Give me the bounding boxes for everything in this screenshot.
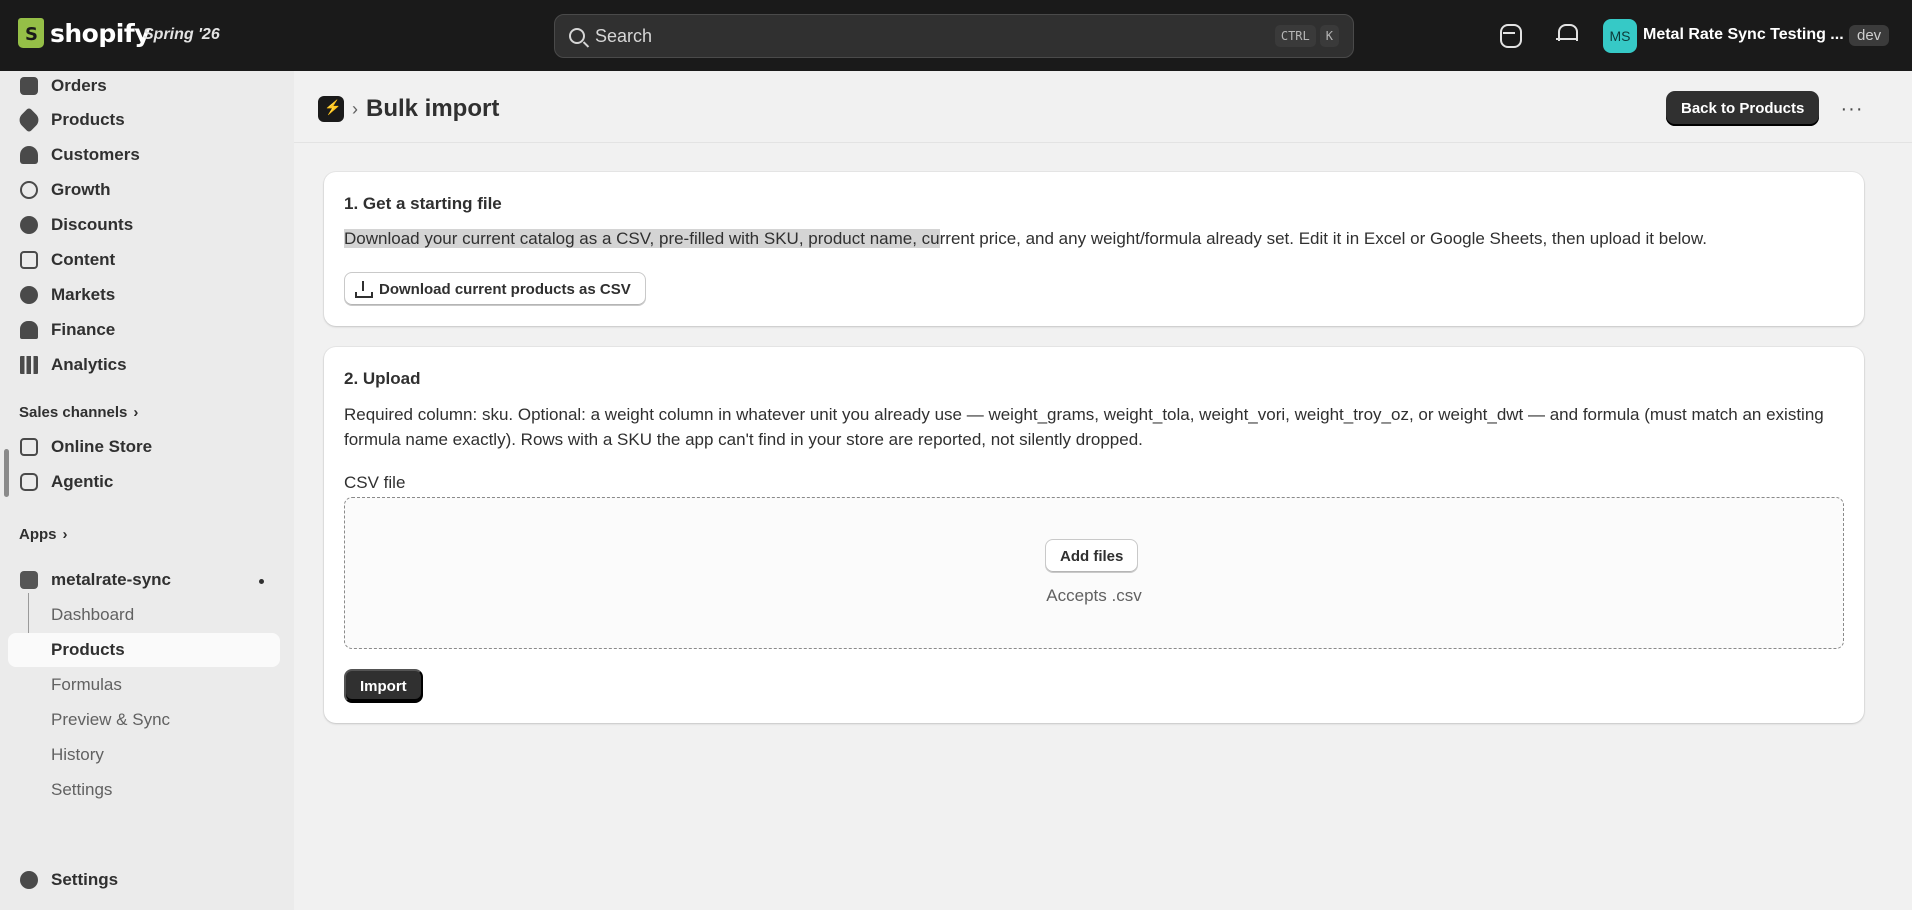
sidebar-subitem-settings[interactable]: Settings [8, 773, 280, 807]
more-actions-icon[interactable]: ··· [1836, 96, 1868, 122]
chevron-right-icon: › [62, 526, 68, 543]
chevron-right-icon: › [352, 98, 358, 119]
search-placeholder: Search [595, 25, 653, 46]
shortcut-key-ctrl: CTRL [1274, 25, 1316, 47]
search-icon [569, 28, 585, 44]
sidebar-item-label: Agentic [51, 472, 114, 491]
sidebar-item-finance[interactable]: Finance [8, 313, 280, 347]
content-icon [20, 251, 38, 269]
avatar[interactable]: MS [1603, 19, 1637, 53]
sidebar-item-analytics[interactable]: Analytics [8, 348, 280, 382]
sidebar-item-orders[interactable]: Orders [8, 69, 280, 103]
sidebar-item-growth[interactable]: Growth [8, 173, 280, 207]
sidebar-subitem-label: Products [51, 640, 125, 659]
globe-icon [20, 286, 38, 304]
shopify-bag-icon [18, 18, 44, 48]
sidebar: Orders Products Customers Growth Discoun… [0, 71, 294, 910]
shortcut-key-k: K [1319, 25, 1339, 47]
edition-label: Spring '26 [143, 26, 220, 43]
tag-icon [16, 107, 42, 133]
sidebar-item-discounts[interactable]: Discounts [8, 208, 280, 242]
gear-icon [20, 871, 38, 889]
sidebar-item-label: Content [51, 250, 116, 269]
sidebar-item-label: Settings [51, 870, 119, 889]
download-csv-label: Download current products as CSV [379, 280, 631, 298]
sidebar-subitem-preview-sync[interactable]: Preview & Sync [8, 703, 280, 737]
apps-label: Apps [19, 526, 57, 543]
file-dropzone[interactable]: Add files Accepts .csv [344, 497, 1844, 649]
bell-icon[interactable] [1554, 22, 1578, 46]
gauge-icon [20, 181, 38, 199]
card-title: 2. Upload [344, 369, 421, 388]
logo-text: shopify [50, 18, 151, 48]
app-icon [20, 571, 38, 589]
pin-dot-icon [259, 579, 264, 584]
store-icon [20, 438, 38, 456]
sidebar-item-markets[interactable]: Markets [8, 278, 280, 312]
sidebar-item-content[interactable]: Content [8, 243, 280, 277]
add-files-button[interactable]: Add files [1045, 539, 1139, 573]
sidebar-item-app-metalrate-sync[interactable]: metalrate-sync [8, 563, 280, 597]
sidebar-item-label: Markets [51, 285, 116, 304]
search-input[interactable]: Search CTRL K [554, 14, 1354, 58]
sidebar-subitem-label: Dashboard [51, 605, 135, 624]
card-description: Download your current catalog as a CSV, … [344, 226, 1844, 251]
sidebar-item-customers[interactable]: Customers [8, 138, 280, 172]
sales-channels-heading[interactable]: Sales channels › [19, 404, 138, 421]
sidebar-item-label: Online Store [51, 437, 153, 456]
download-icon [355, 281, 373, 298]
bank-icon [20, 321, 38, 339]
sidebar-item-settings[interactable]: Settings [8, 863, 280, 897]
sidebar-subitem-label: Preview & Sync [51, 710, 171, 729]
sidebar-item-label: Finance [51, 320, 116, 339]
person-icon [20, 146, 38, 164]
header-divider [294, 142, 1912, 143]
accepts-hint: Accepts .csv [1046, 586, 1142, 605]
apps-heading[interactable]: Apps › [19, 526, 68, 543]
sidebar-subitem-products[interactable]: Products [8, 633, 280, 667]
sidebar-subitem-dashboard[interactable]: Dashboard [8, 598, 280, 632]
sidebar-item-label: Analytics [51, 355, 127, 374]
env-badge: dev [1849, 25, 1890, 46]
download-csv-button[interactable]: Download current products as CSV [344, 272, 646, 306]
selected-text: Download your current catalog as a CSV, … [344, 229, 940, 248]
store-name[interactable]: Metal Rate Sync Testing ... [1643, 26, 1844, 44]
sidebar-item-products[interactable]: Products [8, 103, 280, 137]
sidebar-item-label: Orders [51, 76, 107, 95]
sidebar-item-online-store[interactable]: Online Store [8, 430, 280, 464]
app-logo-icon[interactable] [318, 96, 344, 122]
inbox-icon [20, 77, 38, 95]
sidebar-subitem-formulas[interactable]: Formulas [8, 668, 280, 702]
sidebar-subitem-label: Formulas [51, 675, 122, 694]
import-button[interactable]: Import [344, 669, 423, 703]
back-to-products-button[interactable]: Back to Products [1666, 91, 1820, 126]
csv-file-label: CSV file [344, 473, 406, 492]
top-bar: shopify Spring '26 Search CTRL K MS Meta… [0, 0, 1912, 71]
sidebar-item-label: Products [51, 110, 125, 129]
card-title: 1. Get a starting file [344, 194, 502, 213]
sidebar-item-agentic[interactable]: Agentic [8, 465, 280, 499]
description-rest: rrent price, and any weight/formula alre… [939, 229, 1707, 248]
sidebar-item-label: Growth [51, 180, 111, 199]
sidebar-item-label: metalrate-sync [51, 570, 172, 589]
bar-chart-icon [20, 356, 38, 374]
sales-channels-label: Sales channels [19, 404, 128, 421]
card-description: Required column: sku. Optional: a weight… [344, 405, 1824, 449]
discount-icon [20, 216, 38, 234]
sidebar-subitem-history[interactable]: History [8, 738, 280, 772]
sidebar-subitem-label: Settings [51, 780, 113, 799]
starting-file-card: 1. Get a starting file Download your cur… [324, 172, 1864, 326]
chevron-right-icon: › [133, 404, 139, 421]
breadcrumb: › Bulk import [318, 92, 499, 126]
page-title: Bulk import [366, 95, 500, 122]
sidebar-item-label: Discounts [51, 215, 134, 234]
shopify-logo[interactable]: shopify [18, 18, 151, 48]
upload-card: 2. Upload Required column: sku. Optional… [324, 347, 1864, 723]
sidebar-subitem-label: History [51, 745, 104, 764]
sidekick-icon[interactable] [1497, 22, 1522, 48]
sidebar-item-label: Customers [51, 145, 140, 164]
robot-icon [20, 473, 38, 491]
